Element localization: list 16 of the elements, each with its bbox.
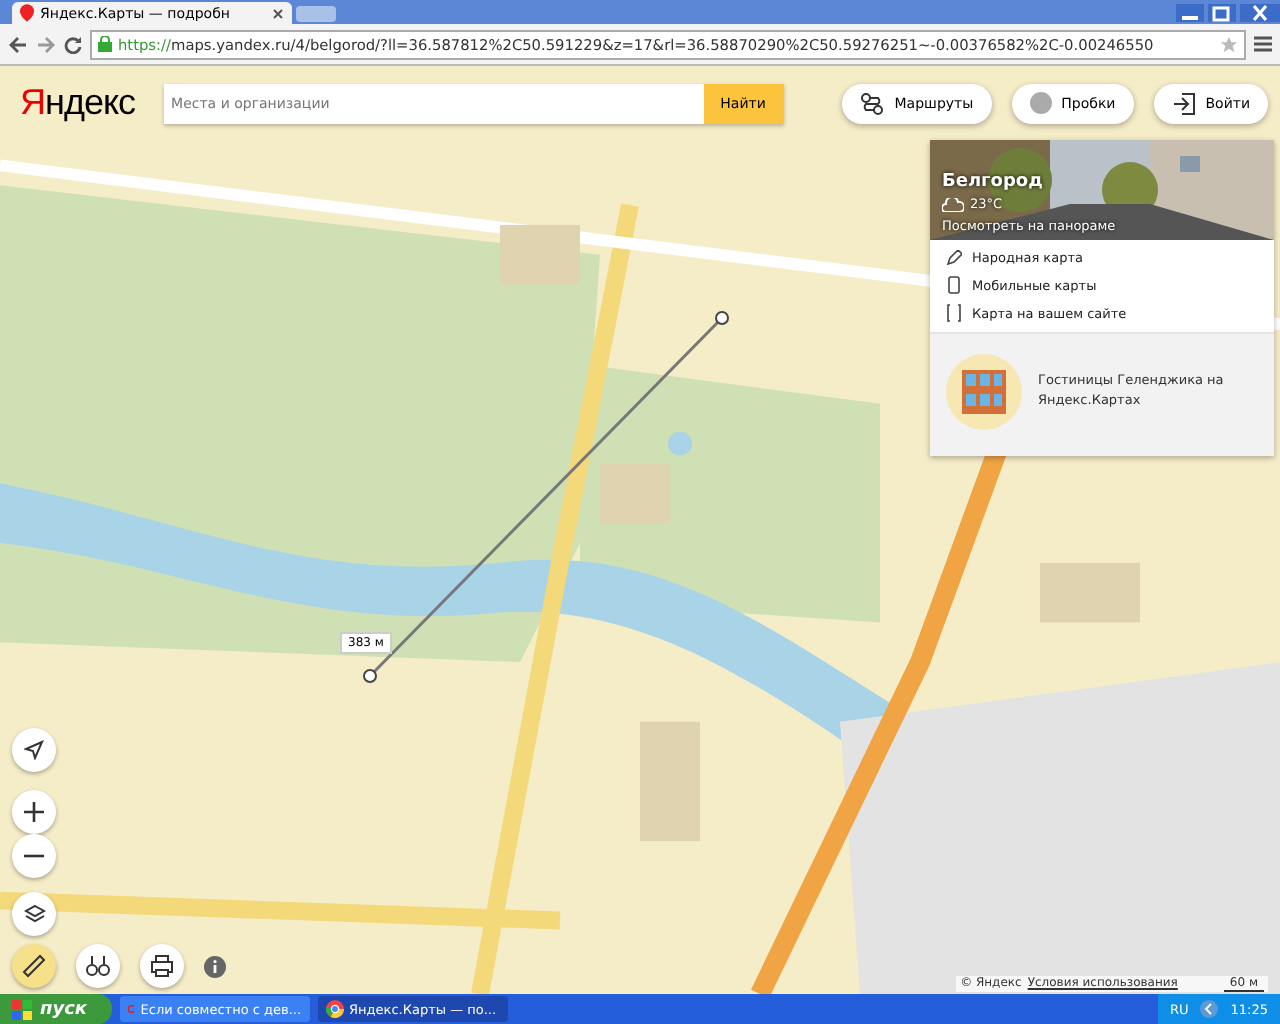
map-pin-icon bbox=[20, 4, 34, 22]
lock-icon bbox=[98, 36, 112, 52]
menu-icon[interactable] bbox=[1254, 36, 1272, 52]
close-icon[interactable] bbox=[1240, 3, 1280, 21]
forward-icon[interactable] bbox=[36, 35, 56, 53]
chrome-icon bbox=[325, 1000, 344, 1018]
minimize-icon[interactable] bbox=[1176, 3, 1204, 21]
windows-logo-icon bbox=[12, 999, 32, 1019]
opera-icon bbox=[127, 1000, 135, 1018]
arrow-icon[interactable] bbox=[1200, 1000, 1219, 1018]
close-icon[interactable] bbox=[272, 7, 284, 19]
back-icon[interactable] bbox=[8, 35, 28, 53]
start-button[interactable]: пуск bbox=[0, 994, 112, 1024]
reload-icon[interactable] bbox=[64, 35, 82, 53]
star-icon[interactable] bbox=[1220, 35, 1238, 53]
restore-icon[interactable] bbox=[1208, 3, 1236, 21]
